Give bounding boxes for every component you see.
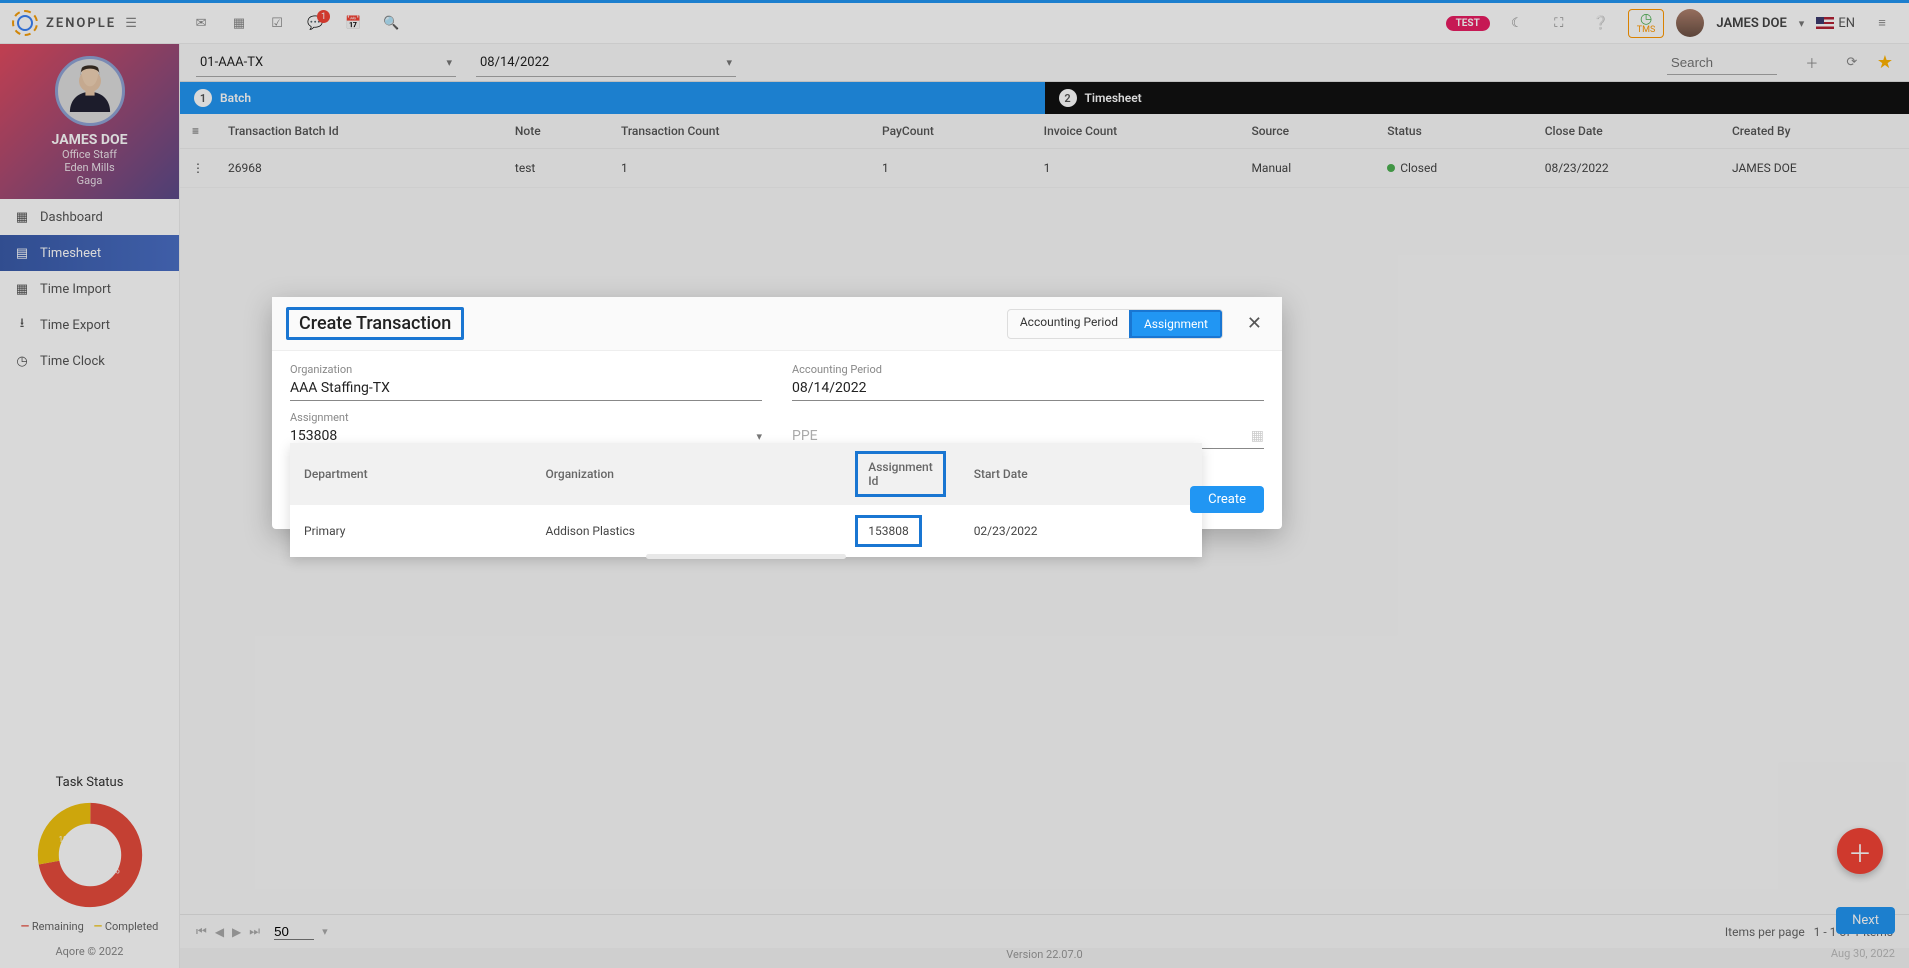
dd-col-dept: Department <box>290 443 532 505</box>
dialog-title: Create Transaction <box>286 307 464 340</box>
calendar-icon: ▦ <box>1251 428 1264 444</box>
org-input[interactable]: AAA Staffing-TX <box>290 376 762 401</box>
org-label: Organization <box>290 363 762 376</box>
chevron-down-icon: ▾ <box>756 430 762 443</box>
dd-cell-aid: 153808 <box>855 515 921 547</box>
acc-label: Accounting Period <box>792 363 1264 376</box>
dd-col-org: Organization <box>532 443 842 505</box>
create-button[interactable]: Create <box>1190 486 1264 513</box>
create-transaction-dialog: Create Transaction Accounting Period Ass… <box>272 297 1282 529</box>
dialog-tab-assignment[interactable]: Assignment <box>1129 309 1223 339</box>
field-accounting-period: Accounting Period 08/14/2022 <box>792 363 1264 401</box>
dropdown-row[interactable]: Primary Addison Plastics 153808 02/23/20… <box>290 505 1202 557</box>
dialog-tab-accounting[interactable]: Accounting Period <box>1008 310 1130 338</box>
acc-input[interactable]: 08/14/2022 <box>792 376 1264 401</box>
dd-cell-dept: Primary <box>290 505 532 557</box>
dd-cell-org: Addison Plastics <box>532 505 842 557</box>
dd-col-start: Start Date <box>960 443 1202 505</box>
dialog-tabs: Accounting Period Assignment <box>1007 309 1223 339</box>
dialog-body: Organization AAA Staffing-TX Accounting … <box>272 351 1282 529</box>
dialog-close-icon[interactable]: ✕ <box>1241 313 1268 334</box>
field-organization: Organization AAA Staffing-TX <box>290 363 762 401</box>
dd-col-aid: Assignment Id <box>855 451 945 497</box>
assign-label: Assignment <box>290 411 762 424</box>
assignment-dropdown-panel: Department Organization Assignment Id St… <box>290 443 1202 557</box>
dd-cell-start: 02/23/2022 <box>960 505 1202 557</box>
horizontal-scrollbar[interactable] <box>646 554 846 559</box>
dialog-header: Create Transaction Accounting Period Ass… <box>272 297 1282 351</box>
ppe-label <box>792 411 1264 424</box>
